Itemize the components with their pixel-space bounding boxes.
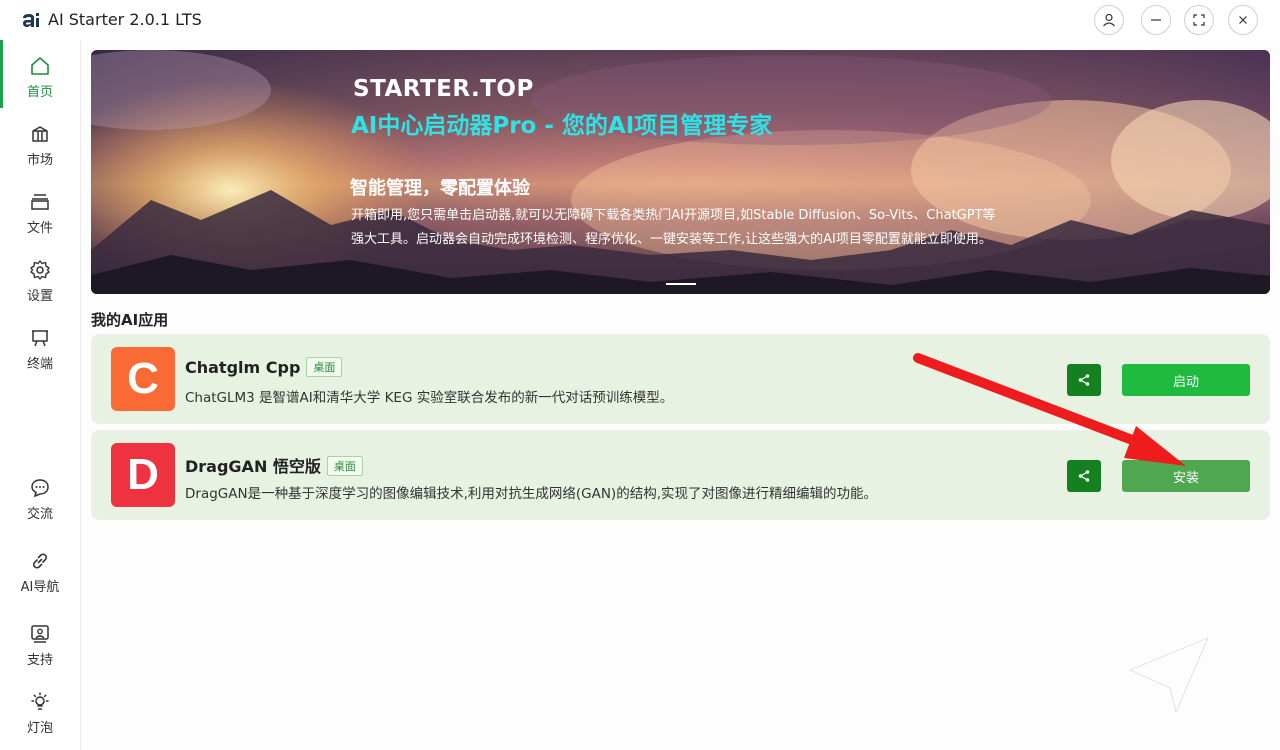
files-icon — [31, 194, 49, 210]
app-title: AI Starter 2.0.1 LTS — [48, 10, 202, 29]
sidebar-item-files[interactable]: 文件 — [2, 184, 78, 246]
sidebar-item-bulb[interactable]: 灯泡 — [2, 684, 78, 746]
title-bar: AI Starter 2.0.1 LTS — [0, 0, 1280, 40]
app-name-text: DragGAN 悟空版 — [185, 457, 321, 476]
user-account-button[interactable] — [1094, 5, 1124, 35]
sidebar: 首页 市场 文件 设置 终端 交流 AI导航 支持 灯泡 — [0, 40, 81, 750]
banner-brand: STARTER.TOP — [353, 76, 534, 102]
watermark-logo-icon — [1128, 636, 1265, 714]
maximize-icon — [1193, 14, 1205, 26]
gear-icon — [30, 260, 50, 280]
banner-description: 开箱即用,您只需单击启动器,就可以无障碍下载各类热门AI开源项目,如Stable… — [351, 208, 996, 247]
link-icon — [33, 553, 47, 569]
share-icon — [1078, 470, 1090, 482]
app-logo-icon — [20, 9, 42, 31]
app-card-draggan[interactable]: D DragGAN 悟空版 桌面 DragGAN是一种基于深度学习的图像编辑技术,… — [91, 430, 1270, 520]
sidebar-item-label: 文件 — [26, 221, 53, 236]
minimize-icon — [1151, 19, 1161, 21]
sidebar-item-label: 首页 — [26, 85, 53, 100]
banner-landscape-image — [91, 50, 1270, 294]
sidebar-item-market[interactable]: 市场 — [2, 116, 78, 178]
hero-banner[interactable]: STARTER.TOP AI中心启动器Pro - 您的AI项目管理专家 智能管理… — [91, 50, 1270, 294]
home-icon — [31, 57, 49, 75]
chat-icon — [31, 479, 49, 498]
sidebar-item-settings[interactable]: 设置 — [2, 252, 78, 314]
sidebar-item-terminal[interactable]: 终端 — [2, 320, 78, 382]
app-card-chatglm-cpp[interactable]: C Chatglm Cpp 桌面 ChatGLM3 是智谱AI和清华大学 KEG … — [91, 334, 1270, 424]
sidebar-item-label: 灯泡 — [26, 721, 53, 736]
sidebar-item-label: 市场 — [26, 153, 53, 168]
maximize-button[interactable] — [1184, 5, 1214, 35]
bulb-icon — [31, 692, 49, 710]
app-tag-badge: 桌面 — [306, 357, 343, 377]
sidebar-item-label: AI导航 — [20, 580, 60, 595]
minimize-button[interactable] — [1141, 5, 1171, 35]
banner-headline: AI中心启动器Pro - 您的AI项目管理专家 — [351, 113, 773, 139]
launch-button[interactable]: 启动 — [1122, 364, 1250, 396]
app-letter-icon: C — [111, 347, 175, 411]
support-icon — [31, 625, 49, 643]
sidebar-item-chat[interactable]: 交流 — [2, 470, 78, 532]
app-name-text: Chatglm Cpp — [185, 358, 301, 377]
sidebar-item-home[interactable]: 首页 — [2, 48, 78, 110]
app-description: ChatGLM3 是智谱AI和清华大学 KEG 实验室联合发布的新一代对话预训练… — [185, 390, 674, 406]
sidebar-item-support[interactable]: 支持 — [2, 616, 78, 678]
banner-subtitle: 智能管理，零配置体验 — [350, 178, 530, 199]
share-icon — [1078, 374, 1090, 386]
sidebar-item-label: 设置 — [26, 289, 53, 304]
close-button[interactable] — [1228, 5, 1258, 35]
sidebar-item-label: 终端 — [26, 357, 53, 372]
share-button[interactable] — [1067, 364, 1101, 396]
app-description: DragGAN是一种基于深度学习的图像编辑技术,利用对抗生成网络(GAN)的结构… — [185, 486, 877, 502]
carousel-indicator[interactable] — [666, 283, 696, 285]
app-letter-icon: D — [111, 443, 175, 507]
app-name: Chatglm Cpp 桌面 — [185, 357, 343, 377]
install-button[interactable]: 安装 — [1122, 460, 1250, 492]
sidebar-item-label: 交流 — [26, 507, 53, 522]
close-icon — [1239, 16, 1247, 24]
app-name: DragGAN 悟空版 桌面 — [185, 453, 363, 477]
share-button[interactable] — [1067, 460, 1101, 492]
user-icon — [1103, 13, 1115, 27]
sidebar-item-ai-nav[interactable]: AI导航 — [2, 543, 78, 605]
terminal-icon — [32, 330, 48, 347]
app-tag-badge: 桌面 — [326, 456, 363, 476]
sidebar-item-label: 支持 — [26, 653, 53, 668]
market-icon — [32, 126, 48, 142]
section-title-my-apps: 我的AI应用 — [91, 311, 169, 329]
